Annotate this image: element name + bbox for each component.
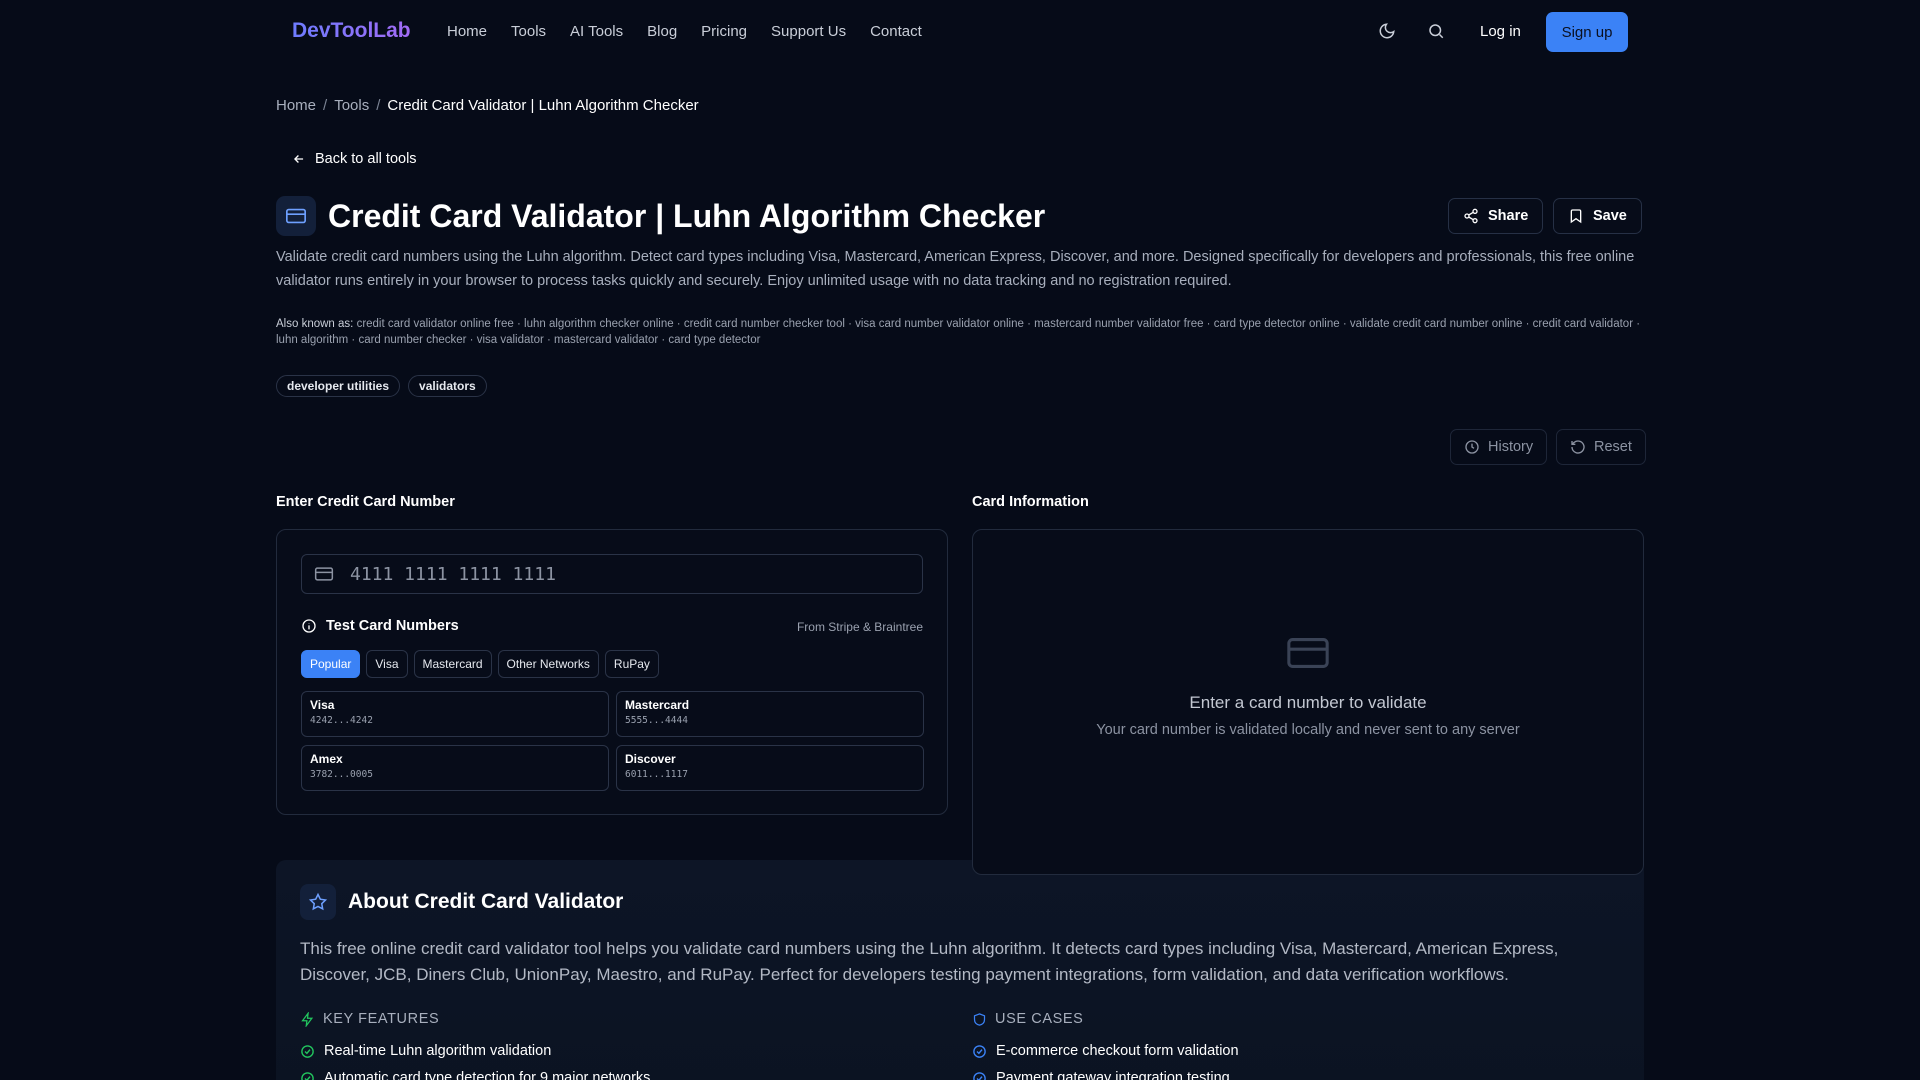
empty-state-subtitle: Your card number is validated locally an… [1096, 722, 1520, 738]
aka-label: Also known as: [276, 318, 354, 330]
feature-text: Real-time Luhn algorithm validation [324, 1043, 552, 1059]
shield-icon [972, 1012, 987, 1027]
history-button[interactable]: History [1450, 429, 1548, 465]
tool-description: Validate credit card numbers using the L… [276, 249, 1635, 289]
card-number-placeholder: 4111 1111 1111 1111 [350, 563, 556, 585]
nav-links: Home Tools AI Tools Blog Pricing Support… [447, 23, 946, 40]
credit-card-icon [276, 196, 316, 236]
card-input-panel: 4111 1111 1111 1111 Test Card Numbers Fr… [276, 529, 948, 815]
nav-link-ai-tools[interactable]: AI Tools [570, 23, 623, 40]
test-cards-title: Test Card Numbers [326, 618, 459, 634]
reset-button[interactable]: Reset [1556, 429, 1646, 465]
use-case-item: E-commerce checkout form validation [972, 1043, 1239, 1059]
nav-link-blog[interactable]: Blog [647, 23, 677, 40]
share-label: Share [1488, 208, 1529, 224]
test-card-name: Amex [310, 752, 343, 766]
page-title: Credit Card Validator | Luhn Algorithm C… [328, 198, 1046, 234]
test-card-number: 3782...0005 [310, 769, 373, 780]
save-label: Save [1593, 208, 1627, 224]
card-number-input[interactable]: 4111 1111 1111 1111 [301, 554, 923, 594]
arrow-left-icon [292, 152, 306, 166]
info-section-label: Card Information [972, 494, 1089, 510]
signup-button[interactable]: Sign up [1546, 12, 1628, 52]
test-card-mastercard[interactable]: Mastercard 5555...4444 [616, 691, 924, 737]
test-cards-header: Test Card Numbers [301, 618, 459, 634]
bookmark-icon [1568, 208, 1584, 224]
info-icon [301, 618, 317, 634]
tab-popular[interactable]: Popular [301, 650, 361, 678]
input-section-label: Enter Credit Card Number [276, 494, 455, 510]
breadcrumb-tools[interactable]: Tools [334, 97, 369, 114]
test-cards-source: From Stripe & Braintree [796, 620, 923, 634]
theme-toggle-moon-icon[interactable] [1378, 22, 1398, 42]
credit-card-icon [1285, 630, 1331, 676]
test-card-tabs: Popular Visa Mastercard Other Networks R… [301, 650, 659, 678]
use-case-text: E-commerce checkout form validation [996, 1043, 1239, 1059]
nav-link-pricing[interactable]: Pricing [701, 23, 747, 40]
test-card-name: Visa [310, 698, 335, 712]
reset-icon [1570, 439, 1586, 455]
lightning-icon [300, 1011, 315, 1027]
history-label: History [1488, 439, 1534, 455]
nav-link-contact[interactable]: Contact [870, 23, 922, 40]
test-card-visa[interactable]: Visa 4242...4242 [301, 691, 609, 737]
about-section: About Credit Card Validator This free on… [276, 860, 1644, 1080]
logo[interactable]: DevToolLab [292, 19, 411, 43]
tab-mastercard[interactable]: Mastercard [413, 650, 492, 678]
about-title: About Credit Card Validator [348, 890, 624, 913]
login-button[interactable]: Log in [1480, 23, 1521, 40]
check-circle-icon [972, 1044, 987, 1059]
use-cases-label: USE CASES [995, 1011, 1084, 1027]
test-card-amex[interactable]: Amex 3782...0005 [301, 745, 609, 791]
test-card-name: Discover [625, 752, 676, 766]
tab-other-networks[interactable]: Other Networks [497, 650, 599, 678]
also-known-as: Also known as: credit card validator onl… [276, 316, 1646, 348]
nav-link-tools[interactable]: Tools [511, 23, 546, 40]
tab-visa[interactable]: Visa [366, 650, 408, 678]
feature-item: Automatic card type detection for 9 majo… [300, 1070, 650, 1080]
card-info-panel: Enter a card number to validate Your car… [972, 529, 1644, 875]
test-card-name: Mastercard [625, 698, 690, 712]
feature-text: Automatic card type detection for 9 majo… [324, 1070, 651, 1080]
breadcrumb-separator: / [323, 97, 328, 114]
breadcrumb-separator: / [376, 97, 381, 114]
back-to-tools-link[interactable]: Back to all tools [292, 151, 417, 167]
search-icon[interactable] [1427, 22, 1447, 42]
tab-rupay[interactable]: RuPay [604, 650, 659, 678]
tag[interactable]: validators [408, 375, 487, 397]
empty-state-title: Enter a card number to validate [1189, 693, 1427, 712]
test-card-number: 5555...4444 [625, 715, 688, 726]
about-description: This free online credit card validator t… [300, 939, 1559, 984]
use-case-item: Payment gateway integration testing [972, 1070, 1230, 1080]
share-icon [1463, 208, 1479, 224]
share-button[interactable]: Share [1448, 198, 1544, 234]
feature-item: Real-time Luhn algorithm validation [300, 1043, 551, 1059]
tag-list: developer utilities validators [276, 375, 487, 397]
test-card-discover[interactable]: Discover 6011...1117 [616, 745, 924, 791]
tag[interactable]: developer utilities [276, 375, 401, 397]
clock-icon [1464, 439, 1480, 455]
aka-text: credit card validator online free · luhn… [276, 318, 1641, 346]
check-circle-icon [972, 1071, 987, 1080]
key-features-label: KEY FEATURES [323, 1011, 440, 1027]
test-card-number: 4242...4242 [310, 715, 373, 726]
star-icon [300, 884, 336, 920]
credit-card-icon [314, 564, 334, 584]
use-case-text: Payment gateway integration testing [996, 1070, 1230, 1080]
breadcrumb: Home / Tools / Credit Card Validator | L… [276, 97, 699, 114]
check-circle-icon [300, 1071, 315, 1080]
use-cases-heading: USE CASES [972, 1011, 1083, 1027]
breadcrumb-home[interactable]: Home [276, 97, 316, 114]
reset-label: Reset [1594, 439, 1632, 455]
save-button[interactable]: Save [1553, 198, 1642, 234]
key-features-heading: KEY FEATURES [300, 1011, 439, 1027]
test-card-number: 6011...1117 [625, 769, 688, 780]
nav-link-home[interactable]: Home [447, 23, 487, 40]
check-circle-icon [300, 1044, 315, 1059]
nav-link-support-us[interactable]: Support Us [771, 23, 846, 40]
top-navbar: DevToolLab Home Tools AI Tools Blog Pric… [0, 0, 1920, 64]
back-label: Back to all tools [315, 151, 417, 167]
breadcrumb-current: Credit Card Validator | Luhn Algorithm C… [387, 97, 699, 114]
